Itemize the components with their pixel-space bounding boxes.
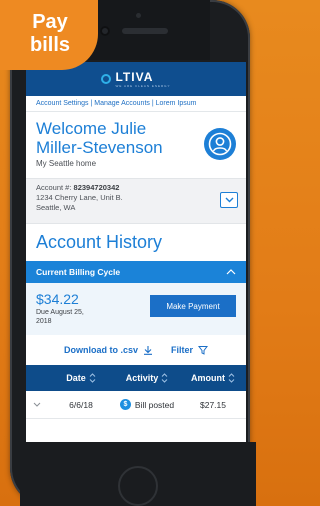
- due-date: Due August 25, 2018: [36, 309, 84, 325]
- date-header-label: Date: [66, 373, 86, 383]
- section-title: Account History: [36, 232, 163, 252]
- billing-cycle-header[interactable]: Current Billing Cycle: [26, 261, 246, 283]
- address-line-2: Seattle, WA: [36, 203, 76, 212]
- welcome-title: Welcome Julie Miller-Stevenson: [36, 119, 163, 157]
- welcome-section: Welcome Julie Miller-Stevenson My Seattl…: [26, 112, 246, 178]
- account-number: 82394720342: [73, 183, 120, 192]
- billing-cycle-label: Current Billing Cycle: [36, 267, 121, 277]
- activity-column-header[interactable]: Activity: [114, 373, 180, 383]
- chevron-down-icon: [225, 197, 233, 203]
- logo-tagline: WE ARE CLEAN ENERGY: [115, 84, 171, 88]
- address-line-1: 1234 Cherry Lane, Unit B.: [36, 193, 123, 202]
- dollar-icon: $: [119, 399, 131, 410]
- user-icon[interactable]: [204, 128, 236, 160]
- account-dropdown[interactable]: [220, 192, 238, 208]
- row-activity: $ Bill posted: [114, 399, 180, 410]
- logo-text: LTIVA: [115, 70, 154, 84]
- chevron-up-icon: [226, 269, 236, 275]
- app-screen: LTIVA WE ARE CLEAN ENERGY Account Settin…: [26, 62, 246, 442]
- chevron-down-icon: [33, 402, 41, 407]
- download-icon: [144, 346, 152, 355]
- filter-label: Filter: [171, 345, 194, 355]
- row-date: 6/6/18: [69, 399, 93, 410]
- amount-column-header[interactable]: Amount: [180, 373, 246, 383]
- download-label: Download to .csv: [63, 345, 138, 355]
- home-button[interactable]: [118, 466, 158, 506]
- table-row[interactable]: 6/6/18 $ Bill posted $27.15: [26, 391, 246, 419]
- download-csv-link[interactable]: Download to .csv: [64, 345, 153, 355]
- logo-icon: [101, 74, 112, 84]
- account-links[interactable]: Account Settings | Manage Accounts | Lor…: [26, 96, 246, 112]
- sort-icon: [228, 373, 235, 383]
- activity-header-label: Activity: [125, 373, 159, 383]
- amount-header-label: Amount: [191, 373, 225, 383]
- badge-line-2: bills: [29, 34, 70, 56]
- billing-summary: $34.22 Due August 25, 2018 Make Payment: [26, 283, 246, 335]
- account-info: Account #: 82394720342 1234 Cherry Lane,…: [26, 178, 246, 224]
- account-number-line: Account #: 82394720342: [36, 183, 236, 193]
- sensor-dot: [136, 13, 141, 18]
- home-name: My Seattle home: [36, 159, 97, 168]
- pay-bills-badge: Pay bills: [0, 0, 98, 70]
- badge-line-1: Pay: [32, 11, 68, 33]
- filter-icon: [198, 346, 209, 355]
- camera-icon: [100, 26, 110, 36]
- speaker-grille: [122, 28, 168, 34]
- sort-icon: [161, 373, 168, 383]
- row-activity-label: Bill posted: [134, 399, 175, 410]
- logo[interactable]: LTIVA WE ARE CLEAN ENERGY: [115, 70, 170, 88]
- date-column-header[interactable]: Date: [48, 373, 114, 383]
- filter-link[interactable]: Filter: [171, 345, 209, 355]
- make-payment-button[interactable]: Make Payment: [150, 295, 236, 317]
- sort-icon: [89, 373, 96, 383]
- row-expand-toggle[interactable]: [26, 402, 48, 407]
- table-actions: Download to .csv Filter: [26, 335, 246, 365]
- row-amount: $27.15: [200, 399, 226, 410]
- account-label: Account #:: [36, 183, 72, 192]
- table-header: Date Activity Amount: [26, 365, 246, 391]
